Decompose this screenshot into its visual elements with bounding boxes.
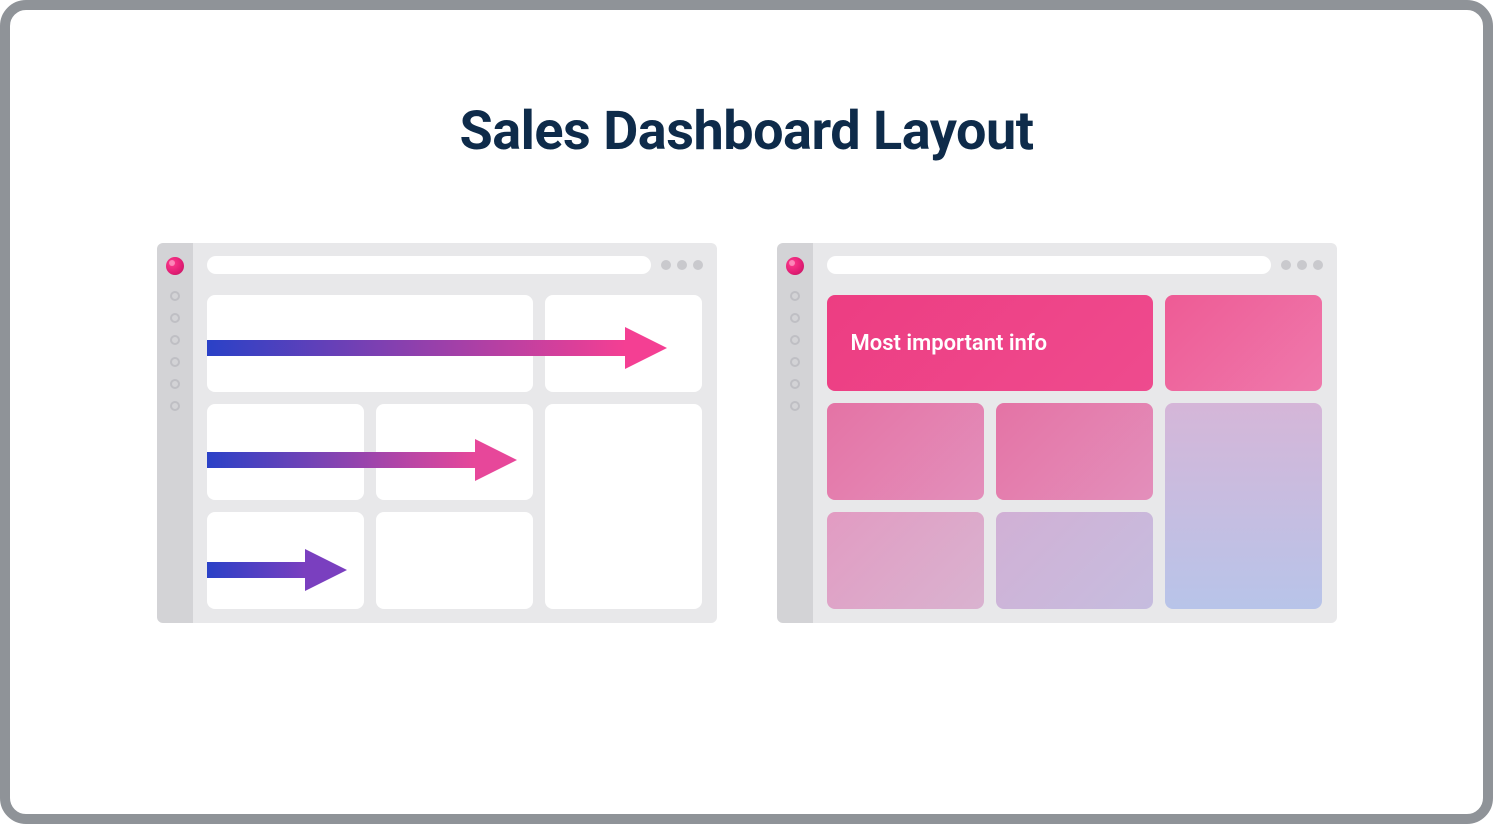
layout-cell — [545, 404, 702, 609]
titlebar — [193, 243, 717, 287]
nav-dot-icon — [790, 313, 800, 323]
priority-panel — [996, 512, 1153, 609]
window-control-dot-icon — [1313, 260, 1323, 270]
address-bar — [827, 256, 1271, 274]
window-control-dot-icon — [661, 260, 671, 270]
priority-panel — [1165, 295, 1322, 391]
diagram-frame: Sales Dashboard Layout — [0, 0, 1493, 824]
page-title: Sales Dashboard Layout — [459, 100, 1033, 163]
mockups-row: Most important info — [70, 243, 1423, 623]
layout-cell — [376, 512, 533, 609]
nav-dot-icon — [790, 401, 800, 411]
most-important-panel: Most important info — [827, 295, 1154, 391]
left-window-mock — [157, 243, 717, 623]
nav-dot-icon — [170, 313, 180, 323]
nav-dot-icon — [170, 291, 180, 301]
right-content-grid: Most important info — [813, 287, 1337, 623]
window-control-dot-icon — [1297, 260, 1307, 270]
nav-dot-icon — [170, 401, 180, 411]
logo-icon — [786, 257, 804, 275]
window-control-dot-icon — [677, 260, 687, 270]
nav-dot-icon — [790, 291, 800, 301]
layout-cell — [545, 295, 702, 392]
nav-dot-icon — [170, 357, 180, 367]
priority-panel — [1165, 403, 1322, 609]
nav-dot-icon — [170, 379, 180, 389]
nav-dot-icon — [170, 335, 180, 345]
layout-cell — [207, 512, 364, 609]
nav-dot-icon — [790, 357, 800, 367]
nav-dot-icon — [790, 335, 800, 345]
priority-panel — [996, 403, 1153, 500]
window-control-dot-icon — [693, 260, 703, 270]
window-controls — [661, 260, 703, 270]
layout-cell — [376, 404, 533, 501]
titlebar — [813, 243, 1337, 287]
logo-icon — [166, 257, 184, 275]
priority-panel — [827, 512, 984, 609]
nav-dot-icon — [790, 379, 800, 389]
left-content-grid — [193, 287, 717, 623]
window-controls — [1281, 260, 1323, 270]
most-important-label: Most important info — [827, 295, 1154, 391]
priority-panel — [827, 403, 984, 500]
address-bar — [207, 256, 651, 274]
left-window-body — [193, 243, 717, 623]
layout-cell — [207, 404, 364, 501]
right-sidebar — [777, 243, 813, 623]
layout-cell — [207, 295, 534, 392]
left-sidebar — [157, 243, 193, 623]
right-window-body: Most important info — [813, 243, 1337, 623]
right-window-mock: Most important info — [777, 243, 1337, 623]
window-control-dot-icon — [1281, 260, 1291, 270]
